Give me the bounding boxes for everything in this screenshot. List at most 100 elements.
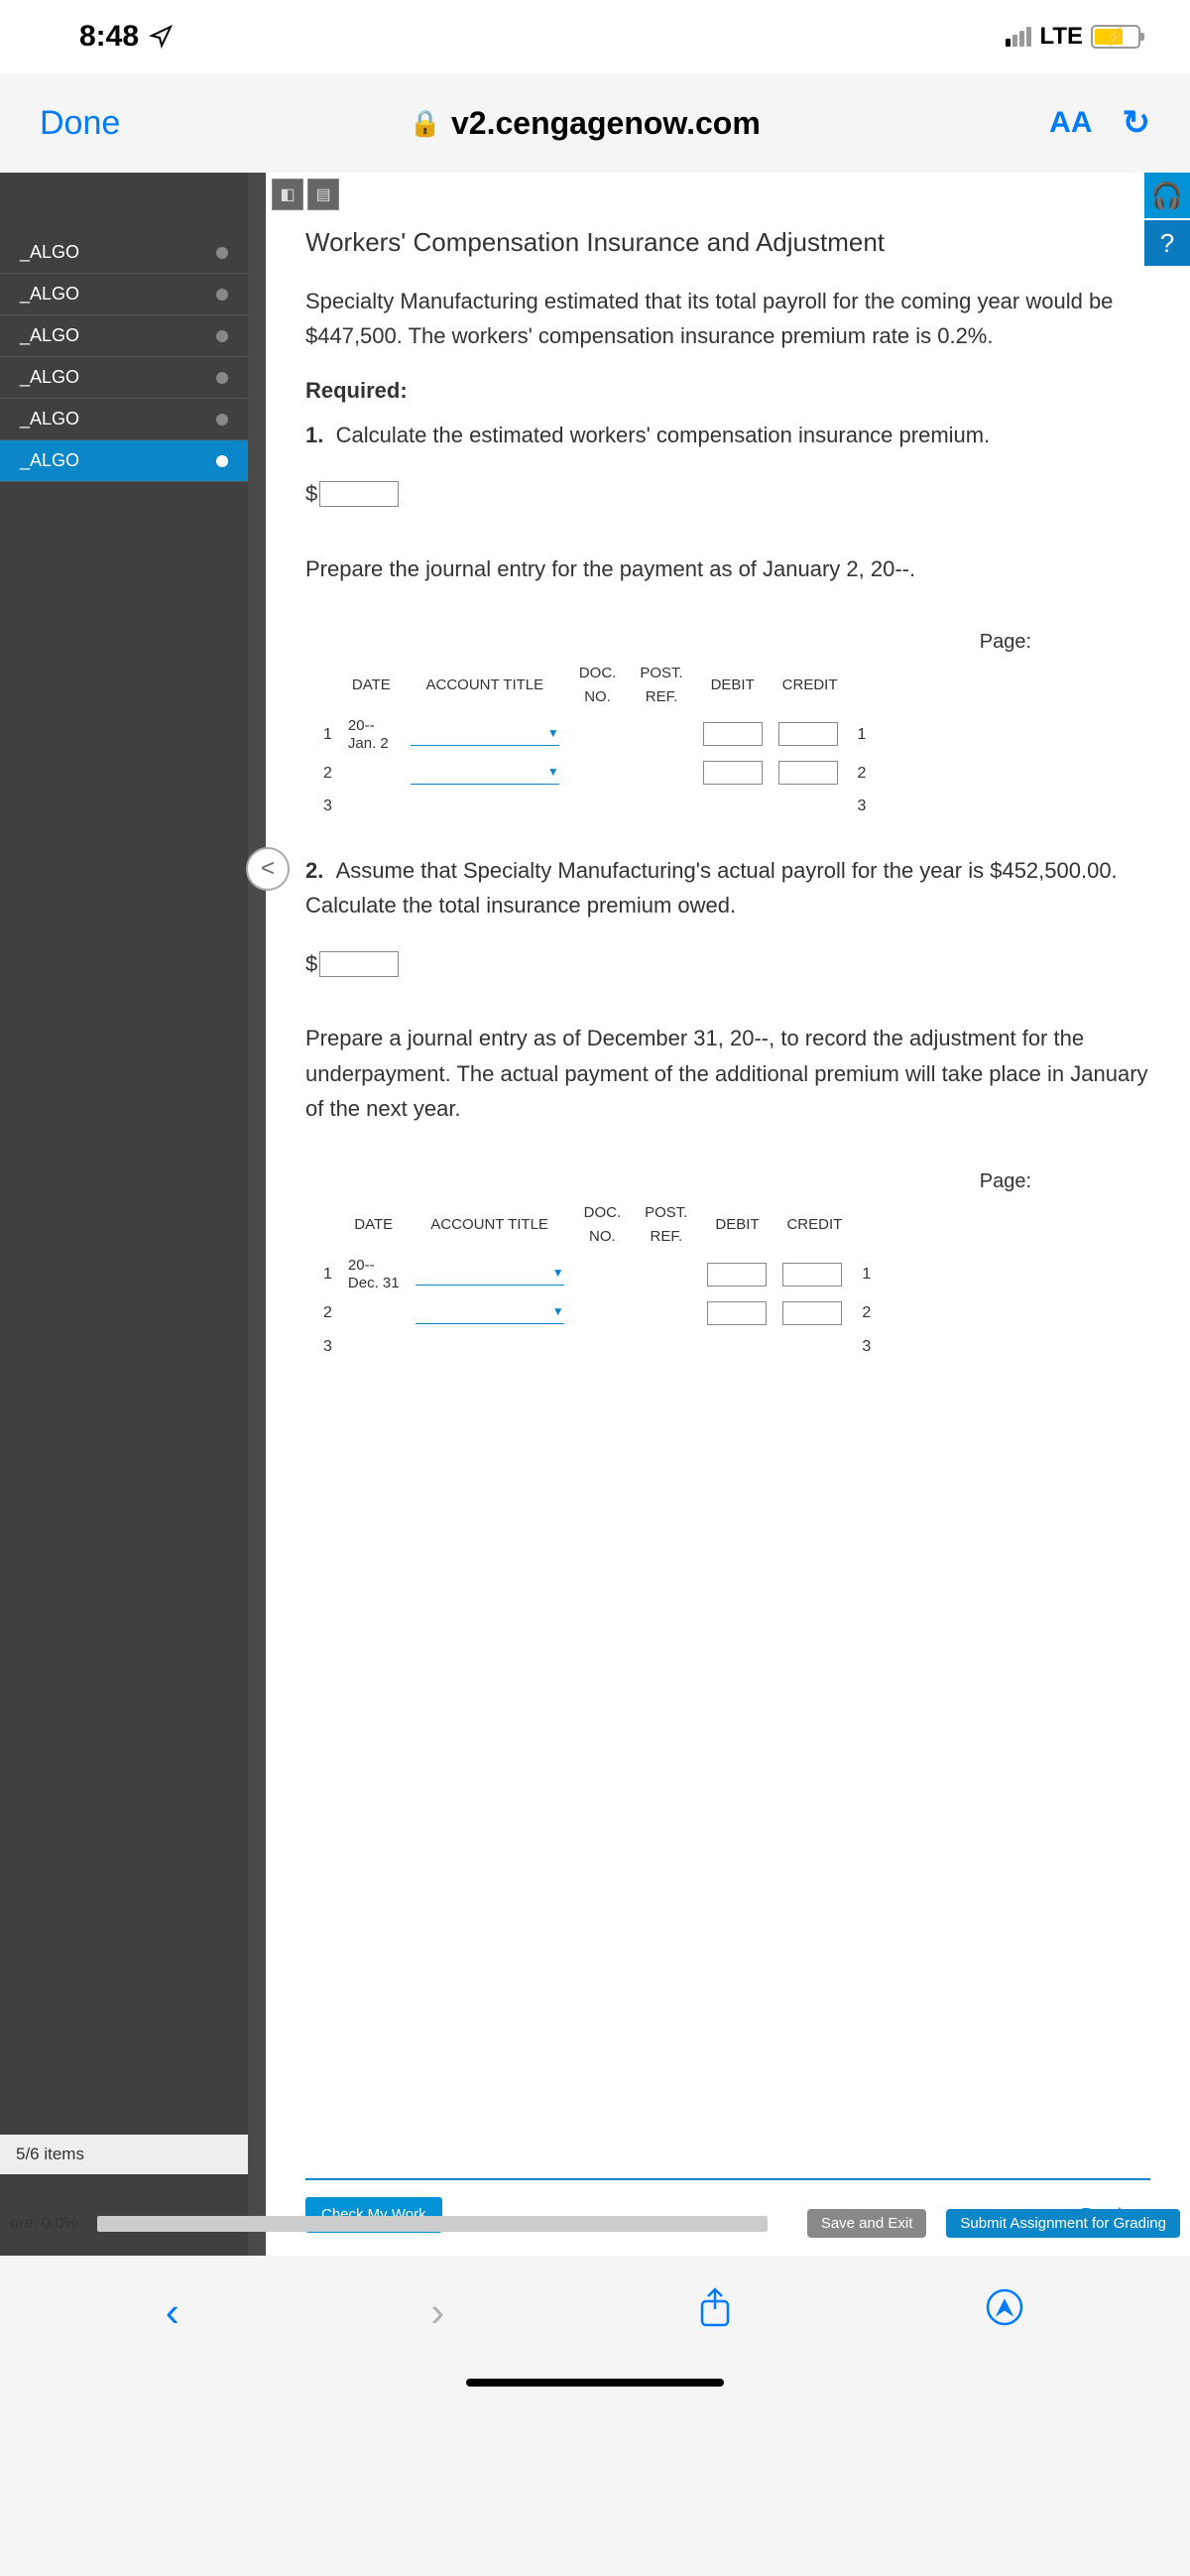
th-date: DATE: [340, 658, 403, 713]
th-docno: DOC. NO.: [567, 658, 629, 713]
status-dot-icon: [216, 372, 228, 384]
th-date: DATE: [340, 1197, 408, 1253]
safari-toolbar: ‹ ›: [0, 2256, 1190, 2359]
sidebar-item-4[interactable]: _ALGO: [0, 399, 248, 440]
dollar-label: $: [305, 476, 317, 511]
debit-input[interactable]: [703, 722, 763, 746]
sidebar-label: _ALGO: [20, 409, 79, 429]
lock-icon: 🔒: [410, 108, 441, 139]
chevron-down-icon[interactable]: ▼: [547, 763, 559, 782]
journal-table-1: Page: DATE ACCOUNT TITLE DOC. NO. POST. …: [305, 626, 1150, 823]
debit-input[interactable]: [703, 761, 763, 785]
debit-input[interactable]: [707, 1263, 767, 1287]
save-exit-button[interactable]: Save and Exit: [807, 2209, 927, 2238]
status-dot-icon: [216, 247, 228, 259]
journal-row: 3 3: [315, 790, 874, 823]
date-cell: 20-- Dec. 31: [340, 1253, 408, 1296]
date-cell: 20-- Jan. 2: [340, 713, 403, 757]
page-label: Page:: [305, 626, 1150, 658]
th-postref: POST. REF.: [628, 658, 694, 713]
sidebar-label: _ALGO: [20, 367, 79, 388]
q2-answer-input[interactable]: [319, 951, 399, 977]
sidebar-label: _ALGO: [20, 242, 79, 263]
journal-row: 2 ▼ 2: [315, 757, 874, 791]
th-acct: ACCOUNT TITLE: [403, 658, 567, 713]
credit-input[interactable]: [778, 722, 838, 746]
sidebar-label: _ALGO: [20, 450, 79, 471]
dollar-label: $: [305, 946, 317, 981]
status-dot-icon: [216, 330, 228, 342]
help-button[interactable]: ?: [1144, 220, 1190, 266]
sidebar-item-1[interactable]: _ALGO: [0, 274, 248, 315]
url-display[interactable]: 🔒 v2.cengagenow.com: [150, 105, 1019, 142]
sidebar-item-0[interactable]: _ALGO: [0, 232, 248, 274]
status-bar: 8:48 LTE ⚡: [0, 0, 1190, 73]
th-debit: DEBIT: [695, 658, 771, 713]
browser-bar: Done 🔒 v2.cengagenow.com AA ↻: [0, 73, 1190, 173]
journal-row: 1 20-- Jan. 2 ▼ 1: [315, 713, 874, 757]
journal-table-2: Page: DATE ACCOUNT TITLE DOC. NO. POST. …: [305, 1165, 1150, 1363]
acct-title-input[interactable]: [411, 724, 559, 746]
credit-input[interactable]: [782, 1301, 842, 1325]
th-postref: POST. REF.: [633, 1197, 699, 1253]
th-acct: ACCOUNT TITLE: [408, 1197, 572, 1253]
forward-button[interactable]: ›: [430, 2288, 444, 2336]
items-progress: 5/6 items: [0, 2135, 248, 2174]
journal-row: 2 ▼ 2: [315, 1296, 879, 1330]
prep1-text: Prepare the journal entry for the paymen…: [305, 552, 1150, 586]
q1-text: 1. Calculate the estimated workers' comp…: [305, 418, 1150, 452]
share-button[interactable]: [696, 2285, 734, 2339]
th-credit: CREDIT: [771, 658, 850, 713]
sidebar-item-2[interactable]: _ALGO: [0, 315, 248, 357]
chevron-down-icon[interactable]: ▼: [547, 724, 559, 743]
signal-icon: [1006, 27, 1031, 47]
status-time: 8:48: [79, 20, 139, 54]
sidebar: _ALGO _ALGO _ALGO _ALGO _ALGO _ALGO: [0, 173, 248, 2256]
status-dot-icon: [216, 289, 228, 301]
app-area: _ALGO _ALGO _ALGO _ALGO _ALGO _ALGO ◧ ▤ …: [0, 173, 1190, 2256]
acct-title-input[interactable]: [416, 1264, 564, 1286]
acct-title-input[interactable]: [416, 1302, 564, 1324]
q2-text: 2. Assume that Specialty Manufacturing's…: [305, 853, 1150, 922]
score-label: ore: 0.0%: [10, 2215, 77, 2233]
score-track: [97, 2216, 767, 2232]
intro-text: Specialty Manufacturing estimated that i…: [305, 284, 1150, 353]
back-button[interactable]: ‹: [166, 2288, 179, 2336]
battery-icon: ⚡: [1091, 25, 1140, 49]
prep2-text: Prepare a journal entry as of December 3…: [305, 1021, 1150, 1126]
debit-input[interactable]: [707, 1301, 767, 1325]
submit-button[interactable]: Submit Assignment for Grading: [946, 2209, 1180, 2238]
text-size-button[interactable]: AA: [1049, 106, 1092, 140]
network-label: LTE: [1039, 23, 1083, 51]
chevron-down-icon[interactable]: ▼: [552, 1264, 564, 1283]
page-title: Workers' Compensation Insurance and Adju…: [305, 222, 1150, 264]
collapse-sidebar-button[interactable]: <: [246, 847, 290, 891]
sidebar-label: _ALGO: [20, 325, 79, 346]
tool-button-1[interactable]: ◧: [272, 179, 303, 210]
journal-row: 3 3: [315, 1330, 879, 1364]
main-content: Workers' Compensation Insurance and Adju…: [266, 173, 1190, 2256]
support-button[interactable]: 🎧: [1144, 173, 1190, 218]
done-button[interactable]: Done: [40, 104, 120, 143]
compass-button[interactable]: [985, 2287, 1024, 2337]
chevron-down-icon[interactable]: ▼: [552, 1302, 564, 1321]
reload-button[interactable]: ↻: [1123, 103, 1151, 143]
sidebar-item-5[interactable]: _ALGO: [0, 440, 248, 482]
page-label: Page:: [305, 1165, 1150, 1197]
q1-answer: $: [305, 476, 1150, 511]
th-debit: DEBIT: [699, 1197, 774, 1253]
home-indicator[interactable]: [466, 2379, 724, 2387]
tool-button-2[interactable]: ▤: [307, 179, 339, 210]
q1-answer-input[interactable]: [319, 481, 399, 507]
sidebar-label: _ALGO: [20, 284, 79, 305]
credit-input[interactable]: [778, 761, 838, 785]
journal-row: 1 20-- Dec. 31 ▼ 1: [315, 1253, 879, 1296]
sidebar-item-3[interactable]: _ALGO: [0, 357, 248, 399]
status-dot-icon: [216, 455, 228, 467]
acct-title-input[interactable]: [411, 763, 559, 785]
status-dot-icon: [216, 414, 228, 426]
credit-input[interactable]: [782, 1263, 842, 1287]
q2-answer: $: [305, 946, 1150, 981]
location-icon: [149, 25, 173, 49]
th-credit: CREDIT: [774, 1197, 854, 1253]
